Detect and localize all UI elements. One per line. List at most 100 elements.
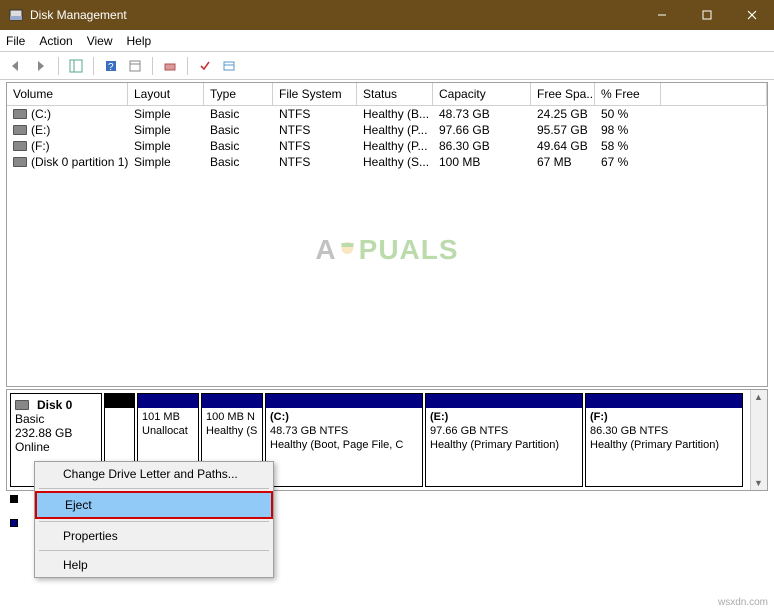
checkmark-icon[interactable]: [194, 55, 216, 77]
partition[interactable]: (E:)97.66 GB NTFSHealthy (Primary Partit…: [425, 393, 583, 487]
col-pctfree[interactable]: % Free: [595, 83, 661, 105]
partition-size: 97.66 GB NTFS: [430, 425, 578, 439]
watermark-domain: wsxdn.com: [718, 597, 768, 608]
refresh-icon[interactable]: [159, 55, 181, 77]
partition-letter: (E:): [430, 411, 578, 425]
partition-status: Healthy (Primary Partition): [430, 439, 578, 453]
disk-mgmt-icon: [8, 7, 24, 23]
partition-size: 48.73 GB NTFS: [270, 425, 418, 439]
volume-type: Basic: [204, 106, 273, 122]
partition-letter: (C:): [270, 411, 418, 425]
volume-layout: Simple: [128, 154, 204, 170]
context-menu: Change Drive Letter and Paths... Eject P…: [34, 461, 274, 578]
disk-size: 232.88 GB: [15, 426, 97, 440]
volume-status: Healthy (B...: [357, 106, 433, 122]
volume-name: (F:): [31, 139, 50, 153]
menu-help[interactable]: Help: [35, 553, 273, 577]
partition-status: Healthy (S: [206, 425, 258, 439]
col-volume[interactable]: Volume: [7, 83, 128, 105]
partition[interactable]: (F:)86.30 GB NTFSHealthy (Primary Partit…: [585, 393, 743, 487]
svg-text:?: ?: [108, 62, 114, 73]
disk-icon: [15, 400, 29, 410]
titlebar: Disk Management: [0, 0, 774, 30]
volume-type: Basic: [204, 138, 273, 154]
volume-list: Volume Layout Type File System Status Ca…: [6, 82, 768, 387]
volume-cap: 100 MB: [433, 154, 531, 170]
partition-status: Healthy (Primary Partition): [590, 439, 738, 453]
col-freespace[interactable]: Free Spa...: [531, 83, 595, 105]
volume-type: Basic: [204, 154, 273, 170]
volume-layout: Simple: [128, 106, 204, 122]
partition[interactable]: (C:)48.73 GB NTFSHealthy (Boot, Page Fil…: [265, 393, 423, 487]
menu-eject[interactable]: Eject: [35, 491, 273, 519]
menu-action[interactable]: Action: [39, 34, 72, 48]
window-title: Disk Management: [30, 8, 639, 22]
disk-name: Disk 0: [37, 398, 72, 412]
volume-layout: Simple: [128, 138, 204, 154]
volume-free: 67 MB: [531, 154, 595, 170]
volume-icon: [13, 141, 27, 151]
menu-file[interactable]: File: [6, 34, 25, 48]
col-type[interactable]: Type: [204, 83, 273, 105]
volume-status: Healthy (P...: [357, 138, 433, 154]
maximize-button[interactable]: [684, 0, 729, 30]
volume-layout: Simple: [128, 122, 204, 138]
volume-name: (Disk 0 partition 1): [31, 155, 128, 169]
back-button[interactable]: [6, 55, 28, 77]
help-icon[interactable]: ?: [100, 55, 122, 77]
volume-pct: 98 %: [595, 122, 661, 138]
disk-state: Online: [15, 440, 97, 454]
col-filesystem[interactable]: File System: [273, 83, 357, 105]
volume-pct: 67 %: [595, 154, 661, 170]
volume-cap: 86.30 GB: [433, 138, 531, 154]
partition-size: 86.30 GB NTFS: [590, 425, 738, 439]
volume-fs: NTFS: [273, 154, 357, 170]
minimize-button[interactable]: [639, 0, 684, 30]
volume-cap: 97.66 GB: [433, 122, 531, 138]
show-hide-tree-icon[interactable]: [65, 55, 87, 77]
volume-icon: [13, 157, 27, 167]
volume-pct: 50 %: [595, 106, 661, 122]
partition-letter: (F:): [590, 411, 738, 425]
forward-button[interactable]: [30, 55, 52, 77]
watermark-logo: APUALS: [315, 234, 458, 266]
col-layout[interactable]: Layout: [128, 83, 204, 105]
volume-name: (E:): [31, 123, 50, 137]
volume-free: 49.64 GB: [531, 138, 595, 154]
volume-pct: 58 %: [595, 138, 661, 154]
volume-fs: NTFS: [273, 106, 357, 122]
partition-status: Healthy (Boot, Page File, C: [270, 439, 418, 453]
menu-separator: [39, 488, 269, 489]
volume-free: 95.57 GB: [531, 122, 595, 138]
volume-row[interactable]: (C:)SimpleBasicNTFSHealthy (B...48.73 GB…: [7, 106, 767, 122]
menu-separator: [39, 550, 269, 551]
col-empty: [661, 83, 767, 105]
partition-size: 100 MB N: [206, 411, 258, 425]
volume-icon: [13, 109, 27, 119]
legend-swatch-primary: [10, 519, 18, 527]
col-status[interactable]: Status: [357, 83, 433, 105]
volume-type: Basic: [204, 122, 273, 138]
close-button[interactable]: [729, 0, 774, 30]
volume-status: Healthy (P...: [357, 122, 433, 138]
volume-row[interactable]: (F:)SimpleBasicNTFSHealthy (P...86.30 GB…: [7, 138, 767, 154]
menu-help[interactable]: Help: [127, 34, 152, 48]
menu-properties[interactable]: Properties: [35, 524, 273, 548]
volume-row[interactable]: (E:) SimpleBasicNTFSHealthy (P...97.66 GB…: [7, 122, 767, 138]
menu-view[interactable]: View: [87, 34, 113, 48]
menu-change-drive-letter[interactable]: Change Drive Letter and Paths...: [35, 462, 273, 486]
col-capacity[interactable]: Capacity: [433, 83, 531, 105]
properties-icon[interactable]: [124, 55, 146, 77]
volume-fs: NTFS: [273, 122, 357, 138]
volume-cap: 48.73 GB: [433, 106, 531, 122]
volume-row[interactable]: (Disk 0 partition 1)SimpleBasicNTFSHealt…: [7, 154, 767, 170]
partition-status: Unallocat: [142, 425, 194, 439]
volume-icon: [13, 125, 27, 135]
disk-type: Basic: [15, 412, 97, 426]
volume-list-header: Volume Layout Type File System Status Ca…: [7, 83, 767, 106]
toolbar: ?: [0, 52, 774, 80]
list-icon[interactable]: [218, 55, 240, 77]
menubar: File Action View Help: [0, 30, 774, 52]
vertical-scrollbar[interactable]: [750, 390, 767, 490]
partition-size: 101 MB: [142, 411, 194, 425]
